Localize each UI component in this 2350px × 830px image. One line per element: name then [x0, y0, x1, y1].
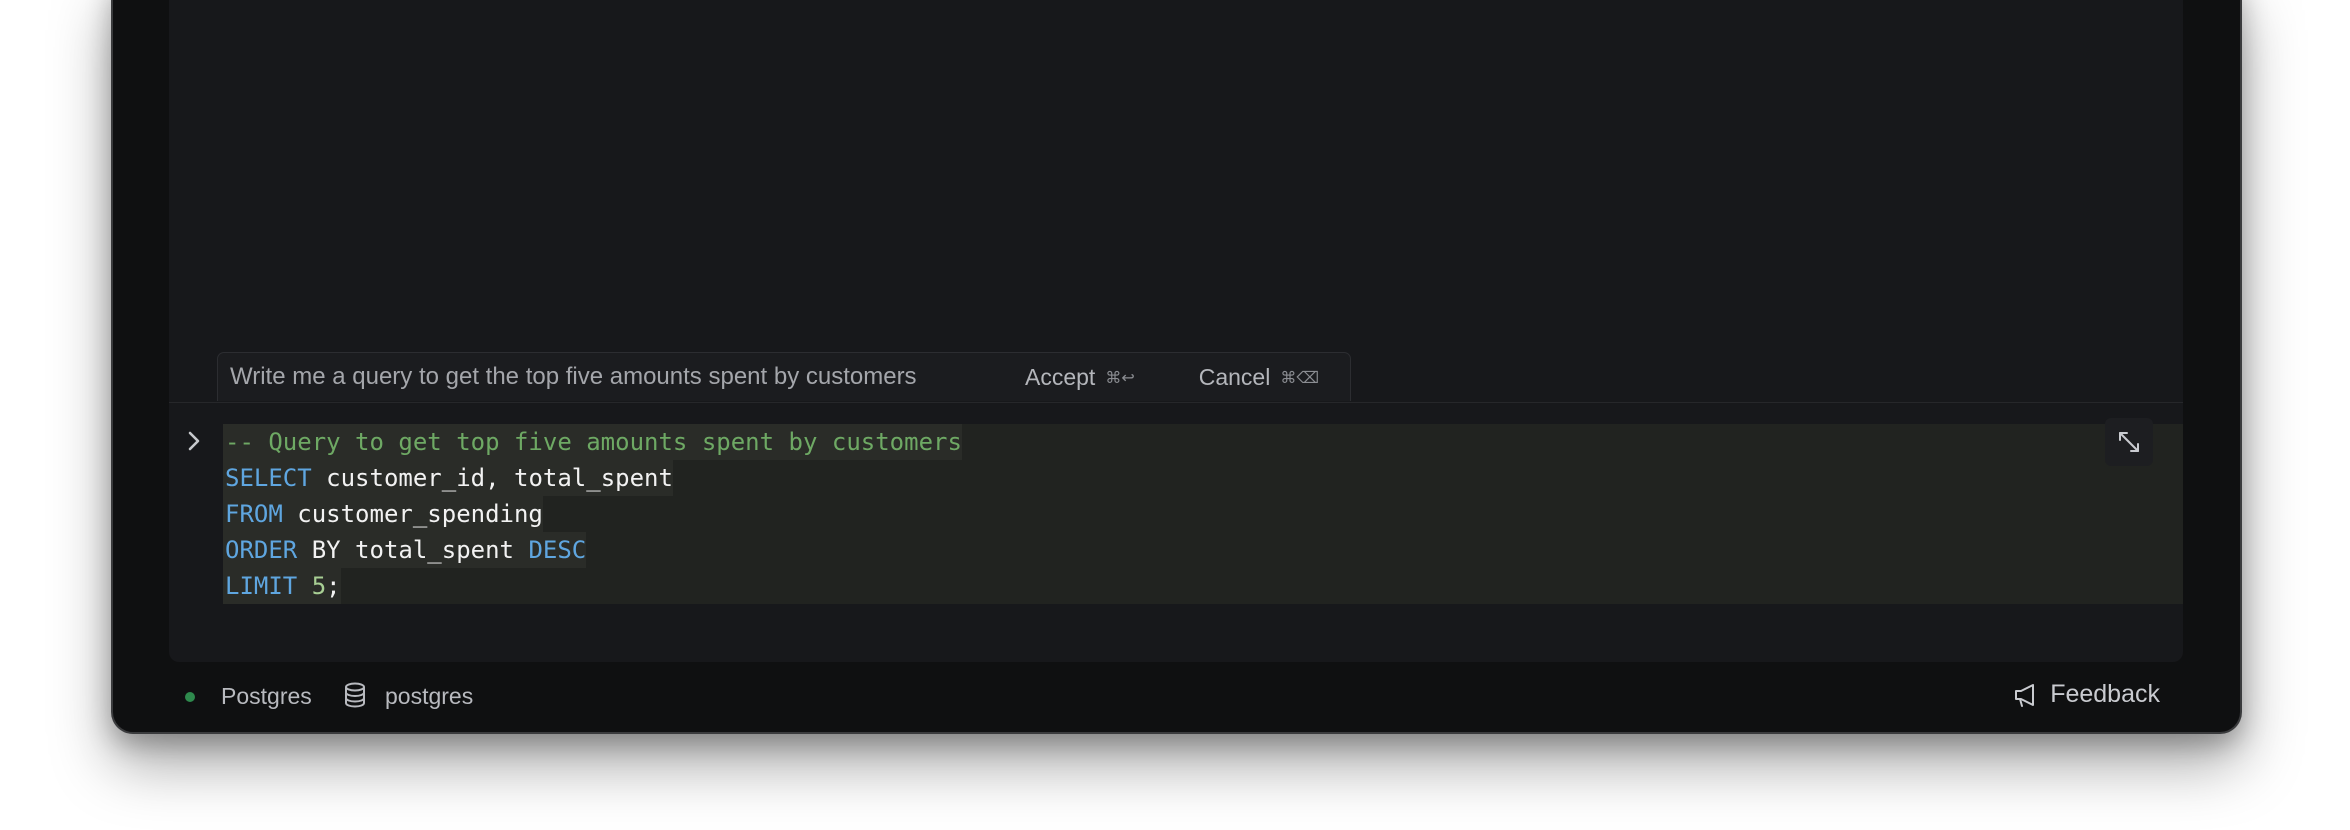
code-line: LIMIT 5;: [223, 568, 341, 604]
database-label[interactable]: postgres: [385, 683, 473, 710]
ai-prompt-input[interactable]: [230, 357, 985, 397]
expand-icon: [2119, 432, 2139, 452]
editor-divider: [169, 402, 2183, 403]
code-line: FROM customer_spending: [223, 496, 543, 532]
cancel-button[interactable]: Cancel ⌘⌫: [1199, 364, 1319, 391]
ai-prompt-bar: Accept ⌘↩ Cancel ⌘⌫: [217, 352, 1351, 401]
code-editor[interactable]: -- Query to get top five amounts spent b…: [223, 424, 2183, 604]
code-line: -- Query to get top five amounts spent b…: [223, 424, 962, 460]
accept-button[interactable]: Accept ⌘↩: [1025, 364, 1135, 391]
feedback-label: Feedback: [2050, 680, 2160, 708]
code-line: ORDER BY total_spent DESC: [223, 532, 587, 568]
sql-editor-panel: Accept ⌘↩ Cancel ⌘⌫ -- Query to get top …: [169, 0, 2183, 662]
status-bar: Postgres postgres Feedback: [113, 662, 2240, 732]
app-window: Accept ⌘↩ Cancel ⌘⌫ -- Query to get top …: [111, 0, 2242, 734]
connection-label[interactable]: Postgres: [221, 683, 312, 710]
cancel-shortcut: ⌘⌫: [1280, 367, 1319, 387]
feedback-button[interactable]: Feedback: [2012, 680, 2160, 709]
cancel-label: Cancel: [1198, 363, 1271, 390]
expand-button[interactable]: [2105, 418, 2153, 466]
accept-shortcut: ⌘↩: [1105, 367, 1135, 387]
megaphone-icon: [2015, 683, 2035, 707]
database-icon: [345, 682, 365, 708]
connection-status-dot: [185, 692, 195, 702]
code-line: SELECT customer_id, total_spent: [223, 460, 673, 496]
accept-label: Accept: [1025, 363, 1096, 390]
chevron-right-icon[interactable]: [183, 430, 205, 452]
